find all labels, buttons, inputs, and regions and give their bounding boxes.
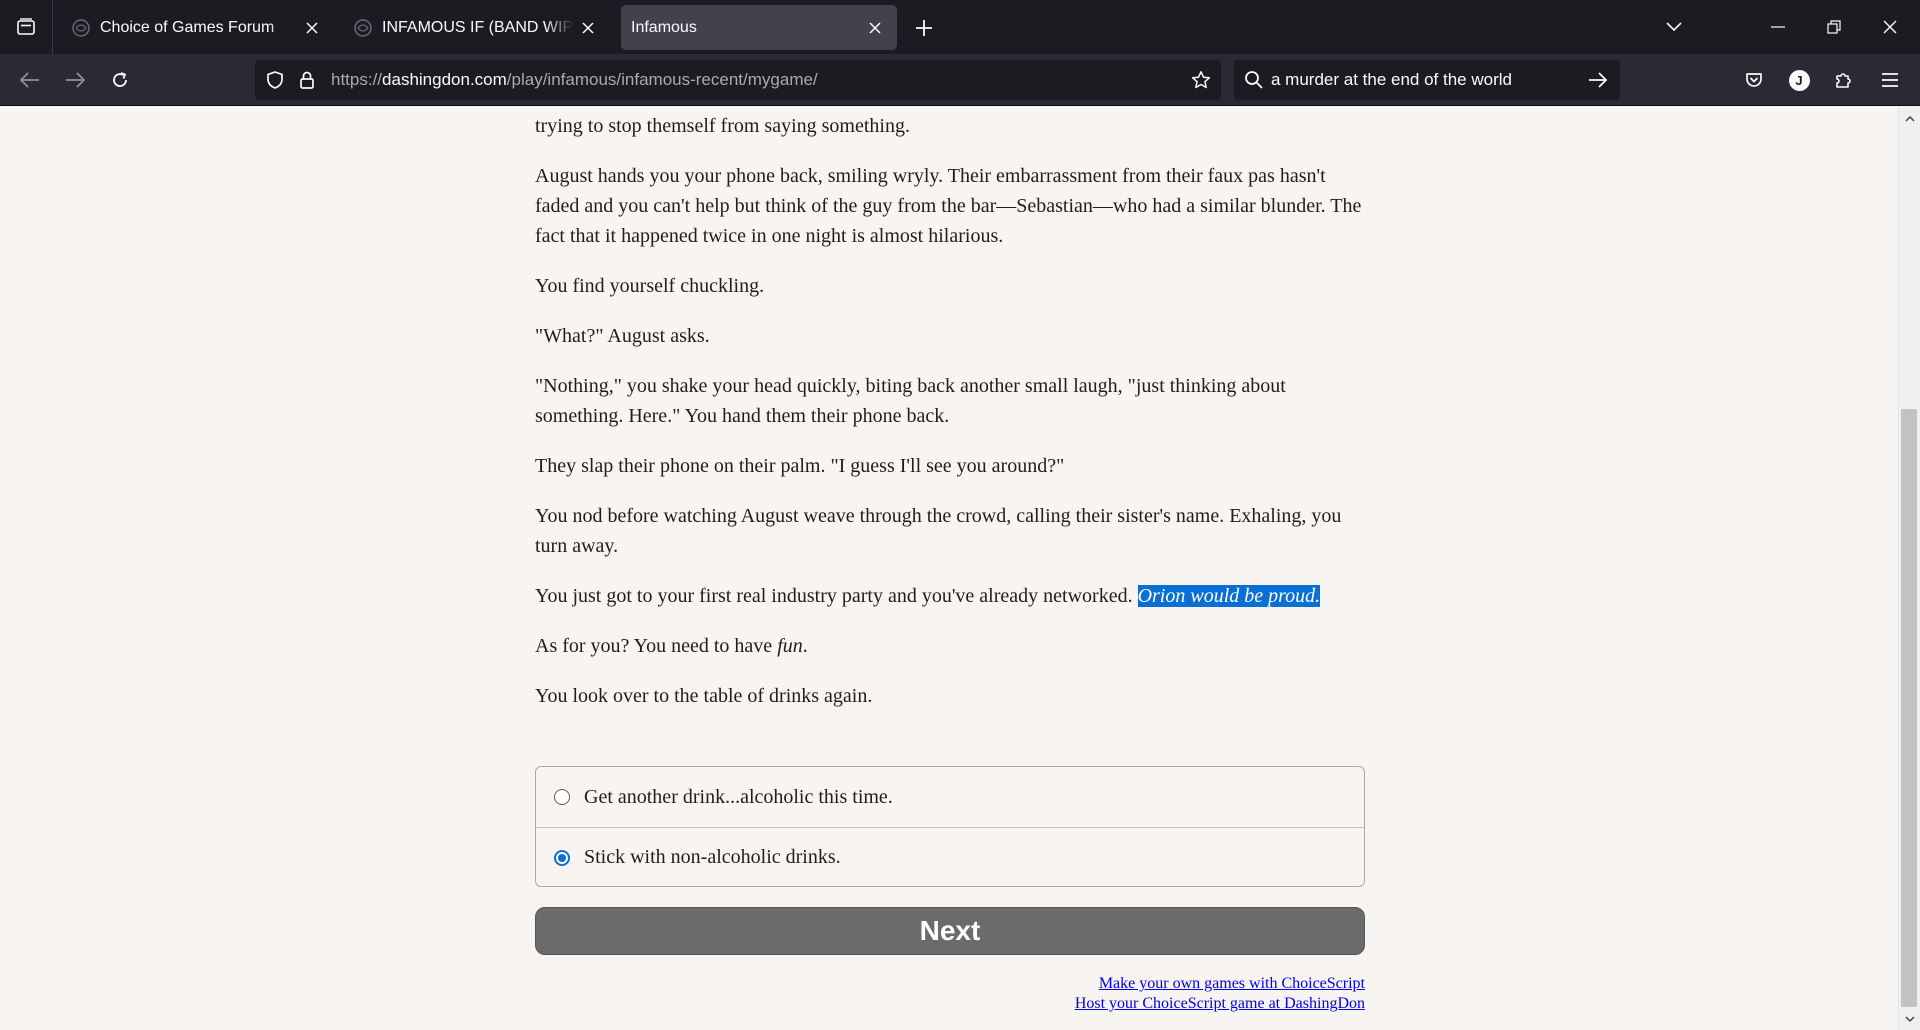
chevron-down-icon xyxy=(1904,1015,1915,1022)
scroll-up-arrow[interactable] xyxy=(1899,109,1920,127)
tab-title: INFAMOUS IF (BAND WIP) CHARACTER xyxy=(382,18,574,36)
minimize-button[interactable] xyxy=(1750,0,1806,54)
url-host: dashingdon.com xyxy=(382,70,507,89)
selected-text-highlight: Orion would be proud. xyxy=(1137,585,1321,607)
scrollbar-thumb[interactable] xyxy=(1901,409,1917,1007)
story-text-segment: You just got to your first real industry… xyxy=(535,585,1138,607)
tab-choice-of-games-forum[interactable]: Choice of Games Forum xyxy=(58,5,334,50)
close-tab-icon[interactable] xyxy=(298,14,326,42)
restore-icon xyxy=(1827,20,1841,34)
tab-overflow-button[interactable] xyxy=(1646,0,1702,54)
pocket-icon xyxy=(1746,73,1762,87)
url-path: /play/infamous/infamous-recent/mygame/ xyxy=(506,70,818,89)
list-all-tabs-button[interactable] xyxy=(0,0,53,54)
story-text-segment: As for you? You need to have xyxy=(535,635,778,657)
avatar: J xyxy=(1788,69,1810,91)
search-input[interactable]: a murder at the end of the world xyxy=(1271,70,1512,90)
tab-infamous[interactable]: Infamous xyxy=(621,5,897,50)
dashingdon-link[interactable]: Host your ChoiceScript game at DashingDo… xyxy=(1075,994,1365,1014)
url-text[interactable]: https://dashingdon.com/play/infamous/inf… xyxy=(331,70,818,90)
account-button[interactable]: J xyxy=(1781,62,1817,98)
navigation-toolbar: https://dashingdon.com/play/infamous/inf… xyxy=(0,54,1920,106)
choice-label: Get another drink...alcoholic this time. xyxy=(584,785,893,808)
puzzle-icon xyxy=(1836,73,1851,88)
choice-option-alcoholic[interactable]: Get another drink...alcoholic this time. xyxy=(536,767,1364,827)
emphasized-word: fun xyxy=(777,635,803,657)
story-paragraph: You just got to your first real industry… xyxy=(535,581,1365,611)
story-paragraph: As for you? You need to have fun. xyxy=(535,631,1365,661)
page-viewport: avoids your gaze throughout the whole or… xyxy=(0,107,1898,1030)
restore-button[interactable] xyxy=(1806,0,1862,54)
footer-links: Make your own games with ChoiceScript Ho… xyxy=(1075,974,1365,1014)
close-window-button[interactable] xyxy=(1862,0,1918,54)
story-paragraph: "What?" August asks. xyxy=(535,325,710,347)
url-prefix: https:// xyxy=(331,70,383,89)
story-paragraph: "Nothing," you shake your head quickly, … xyxy=(535,375,1286,427)
choice-label: Stick with non-alcoholic drinks. xyxy=(584,846,841,868)
new-tab-button[interactable] xyxy=(908,12,940,44)
arrow-right-icon xyxy=(66,72,85,88)
tab-title: Choice of Games Forum xyxy=(100,18,275,36)
hamburger-menu-icon xyxy=(1882,73,1898,87)
minimize-icon xyxy=(1771,26,1785,28)
radio-button[interactable] xyxy=(554,789,570,805)
forum-favicon-icon xyxy=(354,18,372,37)
story-paragraph: You look over to the table of drinks aga… xyxy=(535,685,873,707)
choice-option-non-alcoholic[interactable]: Stick with non-alcoholic drinks. xyxy=(536,827,1364,886)
star-bookmark-icon[interactable] xyxy=(1191,70,1211,90)
reload-button[interactable] xyxy=(102,62,138,98)
tab-list-icon xyxy=(17,18,35,35)
extensions-button[interactable] xyxy=(1826,62,1862,98)
story-paragraph: avoids your gaze throughout the whole or… xyxy=(535,115,910,137)
forward-button[interactable] xyxy=(57,62,93,98)
next-button[interactable]: Next xyxy=(535,907,1365,955)
close-tab-icon[interactable] xyxy=(861,14,889,42)
story-text-segment: . xyxy=(802,635,808,657)
lock-icon[interactable] xyxy=(297,70,317,90)
tab-infamous-if-forum[interactable]: INFAMOUS IF (BAND WIP) CHARACTER xyxy=(340,5,610,50)
search-bar[interactable]: a murder at the end of the world xyxy=(1234,60,1620,100)
page-scrollbar[interactable] xyxy=(1898,107,1920,1030)
arrow-right-icon[interactable] xyxy=(1588,71,1608,89)
tab-title: Infamous xyxy=(631,18,697,36)
reload-icon xyxy=(113,72,127,87)
address-bar[interactable]: https://dashingdon.com/play/infamous/inf… xyxy=(255,60,1221,100)
story-paragraph: You find yourself chuckling. xyxy=(535,275,765,297)
close-tab-icon[interactable] xyxy=(574,14,602,42)
scroll-down-arrow[interactable] xyxy=(1899,1010,1920,1028)
menu-button[interactable] xyxy=(1872,62,1908,98)
close-icon xyxy=(1883,20,1897,34)
tab-strip: Choice of Games Forum INFAMOUS IF (BAND … xyxy=(0,0,1920,54)
chevron-down-icon xyxy=(1666,22,1682,32)
pocket-button[interactable] xyxy=(1736,62,1772,98)
choice-list: Get another drink...alcoholic this time.… xyxy=(535,766,1365,887)
forum-favicon-icon xyxy=(72,18,90,37)
story-paragraph: You nod before watching August weave thr… xyxy=(535,505,1342,557)
story-text: avoids your gaze throughout the whole or… xyxy=(535,107,1365,731)
choicescript-link[interactable]: Make your own games with ChoiceScript xyxy=(1075,974,1365,994)
plus-icon xyxy=(916,20,932,36)
shield-icon[interactable] xyxy=(265,70,285,90)
chevron-up-icon xyxy=(1904,115,1915,122)
search-icon xyxy=(1245,71,1263,89)
story-paragraph: They slap their phone on their palm. "I … xyxy=(535,455,1065,477)
story-paragraph: August hands you your phone back, smilin… xyxy=(535,165,1362,247)
radio-button-selected[interactable] xyxy=(554,849,570,866)
arrow-left-icon xyxy=(20,72,39,88)
back-button[interactable] xyxy=(12,62,48,98)
